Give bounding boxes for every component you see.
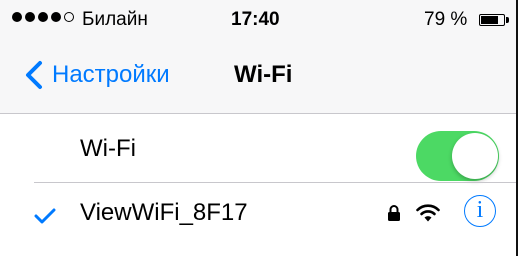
signal-strength-icon — [12, 12, 74, 22]
battery-cap — [506, 17, 509, 23]
wifi-settings-screen: Билайн 17:40 79 % Настройки Wi-Fi Wi-Fi — [0, 0, 518, 256]
checkmark-icon — [34, 208, 56, 224]
wifi-signal-icon — [416, 204, 440, 222]
wifi-table: Wi-Fi ViewWiFi_8F17 i — [0, 114, 516, 256]
lock-icon — [388, 205, 400, 221]
network-name: ViewWiFi_8F17 — [80, 199, 248, 226]
battery-icon — [479, 14, 505, 26]
info-icon: i — [476, 197, 484, 223]
info-button[interactable]: i — [464, 195, 496, 227]
wifi-toggle-switch[interactable] — [416, 131, 499, 181]
battery-percent: 79 % — [424, 9, 468, 30]
signal-dot — [38, 12, 48, 22]
signal-dot — [51, 12, 61, 22]
signal-dot — [12, 12, 22, 22]
navigation-bar: Настройки Wi-Fi — [0, 40, 516, 114]
wifi-toggle-label: Wi-Fi — [80, 135, 136, 162]
status-bar: Билайн 17:40 79 % — [0, 0, 516, 40]
network-row[interactable]: ViewWiFi_8F17 i — [0, 183, 516, 255]
back-button-label: Настройки — [52, 61, 170, 88]
chevron-left-icon — [26, 61, 42, 89]
signal-dot-empty — [64, 12, 74, 22]
back-button[interactable]: Настройки — [22, 60, 170, 90]
carrier-name: Билайн — [82, 9, 148, 30]
toggle-knob — [452, 133, 498, 179]
page-title: Wi-Fi — [234, 61, 293, 88]
wifi-toggle-row: Wi-Fi — [0, 114, 516, 186]
signal-dot — [25, 12, 35, 22]
status-time: 17:40 — [231, 9, 280, 30]
